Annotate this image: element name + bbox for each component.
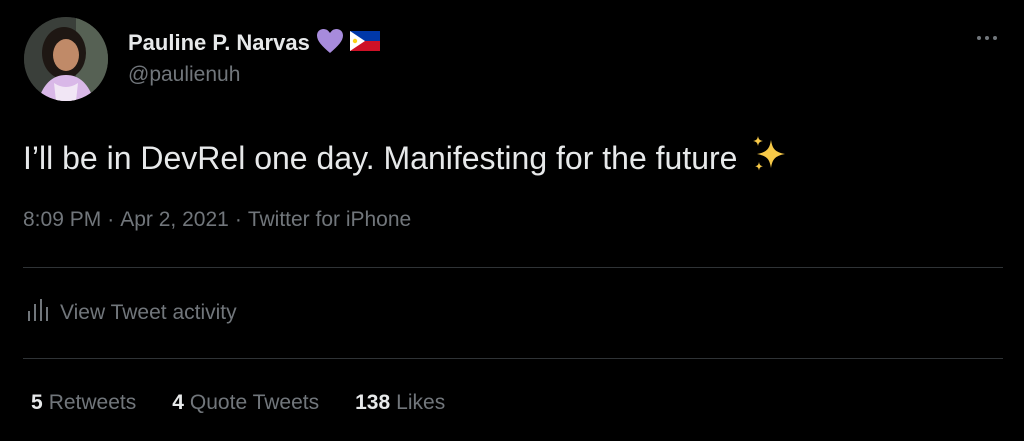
tweet-body: I’ll be in DevRel one day. Manifesting f…: [23, 139, 738, 176]
view-activity-button[interactable]: View Tweet activity: [26, 298, 237, 328]
sparkles-icon: [749, 134, 791, 182]
quote-tweets-count: 4: [172, 391, 184, 414]
likes-count: 138: [355, 391, 391, 414]
retweets-stat[interactable]: 5 Retweets: [31, 391, 136, 415]
likes-stat[interactable]: 138 Likes: [355, 391, 445, 415]
quote-tweets-label: Quote Tweets: [189, 391, 320, 414]
purple-heart-icon: [316, 28, 344, 59]
view-activity-label: View Tweet activity: [60, 301, 237, 324]
retweets-label: Retweets: [48, 391, 137, 414]
avatar-photo: [24, 17, 108, 101]
divider: [23, 267, 1003, 268]
likes-label: Likes: [396, 391, 446, 414]
philippines-flag-icon: [349, 30, 380, 56]
meta-separator: ·: [234, 208, 242, 231]
tweet-source[interactable]: Twitter for iPhone: [248, 208, 411, 231]
tweet-date[interactable]: Apr 2, 2021: [120, 208, 229, 231]
quote-tweets-stat[interactable]: 4 Quote Tweets: [172, 391, 319, 415]
more-options-button[interactable]: [972, 26, 1002, 50]
meta-separator: ·: [107, 208, 115, 231]
author-display-name[interactable]: Pauline P. Narvas: [128, 30, 310, 56]
author-handle[interactable]: @paulienuh: [128, 63, 240, 87]
tweet-text: I’ll be in DevRel one day. Manifesting f…: [23, 134, 791, 182]
avatar[interactable]: [24, 17, 108, 101]
tweet-stats: 5 Retweets 4 Quote Tweets 138 Likes: [31, 391, 445, 415]
more-dots-icon: [977, 36, 981, 40]
divider: [23, 358, 1003, 359]
tweet-meta: 8:09 PM · Apr 2, 2021 · Twitter for iPhone: [23, 208, 411, 232]
retweets-count: 5: [31, 391, 43, 414]
bar-chart-icon: [26, 298, 48, 328]
tweet-time[interactable]: 8:09 PM: [23, 208, 101, 231]
author-name-row: Pauline P. Narvas: [128, 28, 380, 58]
